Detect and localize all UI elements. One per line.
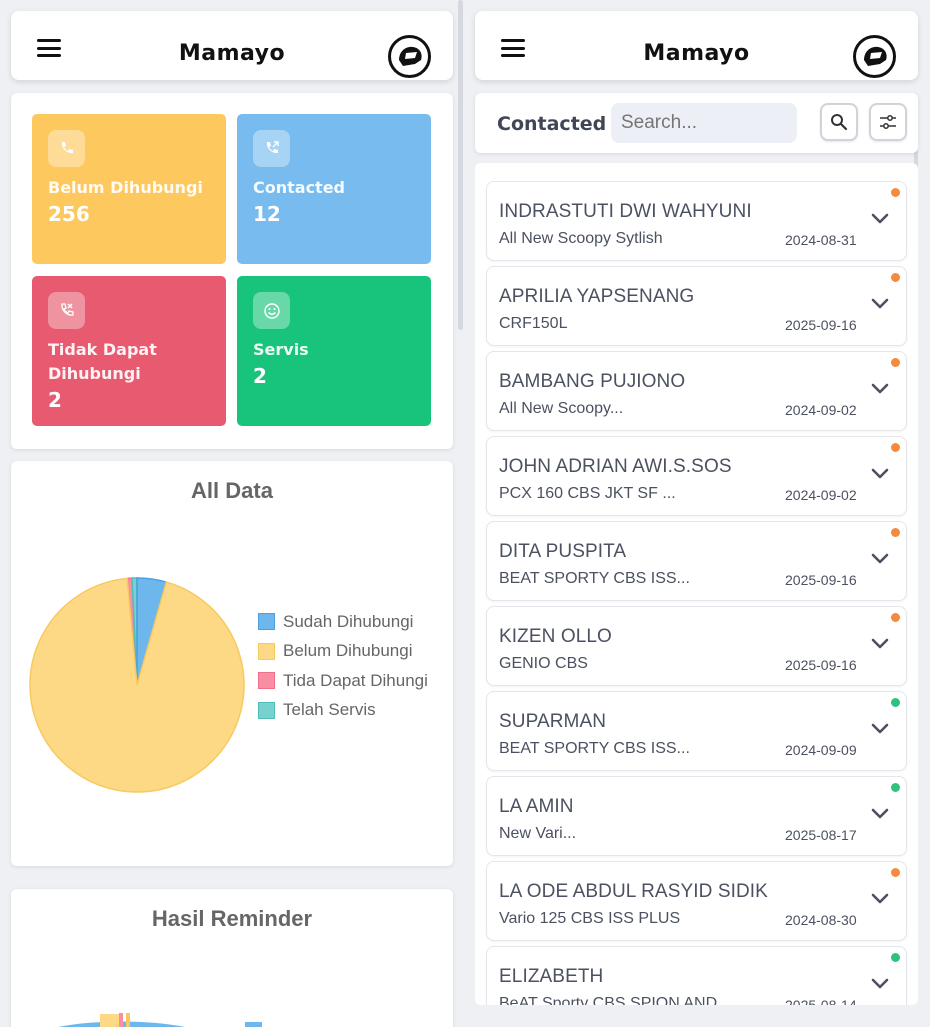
legend-item[interactable]: Telah Servis [258, 696, 428, 726]
service-date: 2025-09-16 [785, 317, 857, 333]
status-dot [891, 188, 900, 197]
legend-label: Tida Dapat Dihungi [283, 670, 428, 690]
legend-swatch [258, 672, 275, 690]
legend-swatch [258, 613, 275, 631]
customer-row[interactable]: ELIZABETH BeAT Sporty CBS SPION AND... 202… [486, 946, 907, 1005]
helmet-avatar-icon[interactable] [853, 35, 896, 78]
legend-item[interactable]: Belum Dihubungi [258, 637, 428, 667]
chevron-down-icon[interactable] [870, 212, 890, 226]
motor-type: Vario 125 CBS ISS PLUS [499, 910, 681, 927]
contact-list-panel: Mamayo Contacted INDRASTUTI DWI WAHYUNI A… [465, 0, 930, 1027]
customer-row[interactable]: INDRASTUTI DWI WAHYUNI All New Scoopy Syt… [486, 181, 907, 261]
customer-name: SUPARMAN [499, 711, 607, 732]
customer-row[interactable]: KIZEN OLLO GENIO CBS 2025-09-16 [486, 606, 907, 686]
search-button[interactable] [820, 103, 858, 141]
motor-type: PCX 160 CBS JKT SF ... [499, 485, 676, 502]
app-bar: Mamayo [475, 11, 918, 80]
all-data-pie-chart [29, 577, 245, 793]
chevron-down-icon[interactable] [870, 382, 890, 396]
customer-name: DITA PUSPITA [499, 541, 627, 562]
legend-swatch [258, 642, 275, 660]
motor-type: All New Scoopy Sytlish [499, 230, 663, 247]
app-title: Mamayo [643, 41, 750, 66]
search-input[interactable] [611, 103, 797, 143]
customer-row[interactable]: APRILIA YAPSENANG CRF150L 2025-09-16 [486, 266, 907, 346]
service-date: 2024-08-31 [785, 232, 857, 248]
chart-legend: Sudah Dihubungi Belum Dihubungi Tida Dapat… [258, 607, 428, 725]
status-dot [891, 783, 900, 792]
service-date: 2024-09-02 [785, 487, 857, 503]
filter-bar: Contacted [475, 93, 918, 153]
legend-label: Sudah Dihubungi [283, 611, 414, 631]
sliders-icon [880, 115, 896, 129]
customer-name: JOHN ADRIAN AWI.S.SOS [499, 456, 732, 477]
status-dot [891, 868, 900, 877]
legend-item[interactable]: Sudah Dihubungi [258, 607, 428, 637]
service-date: 2025-08-17 [785, 827, 857, 843]
customer-name: KIZEN OLLO [499, 626, 612, 647]
customer-name: ELIZABETH [499, 966, 604, 987]
motor-type: New Vari... [499, 825, 577, 842]
legend-swatch [258, 701, 275, 719]
service-date: 2024-08-30 [785, 912, 857, 928]
motor-type: BEAT SPORTY CBS ISS... [499, 570, 690, 587]
customer-row[interactable]: DITA PUSPITA BEAT SPORTY CBS ISS... 2025-0… [486, 521, 907, 601]
status-dot [891, 953, 900, 962]
service-date: 2025-09-16 [785, 657, 857, 673]
search-icon [831, 114, 848, 131]
legend-item[interactable]: Tida Dapat Dihungi [258, 666, 428, 696]
customer-name: BAMBANG PUJIONO [499, 371, 686, 392]
pie-slice [126, 1013, 130, 1027]
status-dot [891, 613, 900, 622]
hasil-reminder-pie-chart [58, 1013, 262, 1027]
service-date: 2024-09-02 [785, 402, 857, 418]
pie-slice [100, 1014, 120, 1027]
customer-name: LA AMIN [499, 796, 574, 817]
chevron-down-icon[interactable] [870, 807, 890, 821]
status-dot [891, 528, 900, 537]
service-date: 2025-08-14 [785, 997, 857, 1005]
chevron-down-icon[interactable] [870, 977, 890, 991]
dashboard-panel: Mamayo Belum Dihubungi 256 Contacted 12 Tida… [0, 0, 465, 1027]
section-label: Contacted [497, 113, 607, 135]
chevron-down-icon[interactable] [870, 467, 890, 481]
chevron-down-icon[interactable] [870, 297, 890, 311]
customer-row[interactable]: JOHN ADRIAN AWI.S.SOS PCX 160 CBS JKT SF … [486, 436, 907, 516]
status-dot [891, 273, 900, 282]
chevron-down-icon[interactable] [870, 722, 890, 736]
chevron-down-icon[interactable] [870, 552, 890, 566]
motor-type: CRF150L [499, 315, 568, 332]
filter-button[interactable] [869, 103, 907, 141]
service-date: 2025-09-16 [785, 572, 857, 588]
motor-type: All New Scoopy... [499, 400, 624, 417]
legend-label: Belum Dihubungi [283, 641, 413, 661]
status-dot [891, 698, 900, 707]
customer-row[interactable]: BAMBANG PUJIONO All New Scoopy... 2024-09-… [486, 351, 907, 431]
customer-name: APRILIA YAPSENANG [499, 286, 695, 307]
customer-name: LA ODE ABDUL RASYID SIDIK [499, 881, 768, 902]
motor-type: BEAT SPORTY CBS ISS... [499, 740, 690, 757]
legend-swatch [245, 1022, 262, 1027]
chart-title: Hasil Reminder [151, 906, 313, 931]
motor-type: BeAT Sporty CBS SPION AND... [499, 995, 731, 1005]
status-dot [891, 443, 900, 452]
chevron-down-icon[interactable] [870, 892, 890, 906]
pie-slice [119, 1013, 123, 1027]
customer-row[interactable]: LA ODE ABDUL RASYID SIDIK Vario 125 CBS I… [486, 861, 907, 941]
customer-list[interactable]: INDRASTUTI DWI WAHYUNI All New Scoopy Syt… [475, 163, 918, 1005]
status-dot [891, 358, 900, 367]
customer-row[interactable]: LA AMIN New Vari... 2025-08-17 [486, 776, 907, 856]
customer-row[interactable]: SUPARMAN BEAT SPORTY CBS ISS... 2024-09-09 [486, 691, 907, 771]
service-date: 2024-09-09 [785, 742, 857, 758]
customer-name: INDRASTUTI DWI WAHYUNI [499, 201, 752, 222]
motor-type: GENIO CBS [499, 655, 588, 672]
legend-label: Telah Servis [283, 700, 376, 720]
chevron-down-icon[interactable] [870, 637, 890, 651]
